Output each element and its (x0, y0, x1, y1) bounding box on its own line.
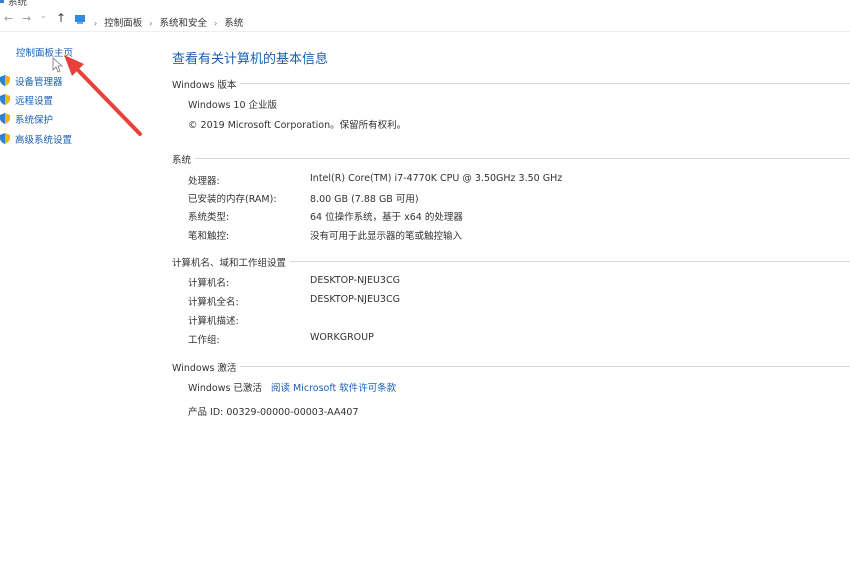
chevron-right-icon: › (214, 19, 218, 28)
section-heading: 系统 (172, 152, 196, 166)
activation-status: Windows 已激活 (188, 383, 262, 394)
shield-icon (0, 113, 10, 124)
license-terms-link[interactable]: 阅读 Microsoft 软件许可条款 (271, 380, 396, 394)
annotation-arrow-icon (52, 55, 142, 136)
breadcrumb-system[interactable]: 系统 (224, 18, 243, 29)
arrow-left-icon[interactable]: ← (4, 12, 13, 25)
arrow-right-icon[interactable]: → (22, 12, 31, 25)
system-type-label: 系统类型: (188, 212, 230, 223)
section-heading: Windows 激活 (172, 360, 241, 374)
shield-icon (0, 133, 10, 144)
hand-cursor-icon (52, 57, 64, 73)
workgroup-label: 工作组: (188, 335, 220, 346)
shield-icon (0, 94, 10, 105)
system-icon (0, 0, 4, 3)
section-system: 系统 (172, 152, 850, 166)
chevron-down-icon[interactable]: ⌄ (40, 11, 47, 20)
computer-description-label: 计算机描述: (188, 316, 239, 327)
address-bar: ← → ⌄ ↑ › 控制面板 › 系统和安全 › 系统 (0, 11, 850, 32)
breadcrumb: › 控制面板 › 系统和安全 › 系统 (90, 15, 243, 29)
window-title: 系统 (8, 0, 28, 8)
shield-icon (0, 75, 10, 86)
page-title: 查看有关计算机的基本信息 (172, 52, 329, 67)
chevron-right-icon: › (94, 19, 98, 28)
section-windows-edition: Windows 版本 (172, 77, 850, 91)
copyright-text: © 2019 Microsoft Corporation。保留所有权利。 (188, 120, 407, 131)
control-panel-icon (75, 15, 85, 24)
breadcrumb-system-security[interactable]: 系统和安全 (160, 18, 208, 29)
section-windows-activation: Windows 激活 (172, 360, 850, 374)
section-heading: 计算机名、域和工作组设置 (172, 255, 291, 269)
edition-name: Windows 10 企业版 (188, 100, 278, 111)
system-type-value: 64 位操作系统，基于 x64 的处理器 (310, 212, 463, 223)
product-id: 产品 ID: 00329-00000-00003-AA407 (188, 407, 359, 418)
full-computer-name-label: 计算机全名: (188, 297, 239, 308)
ram-value: 8.00 GB (7.88 GB 可用) (310, 194, 419, 205)
breadcrumb-control-panel[interactable]: 控制面板 (104, 18, 142, 29)
full-computer-name-value: DESKTOP-NJEU3CG (310, 294, 400, 305)
pen-touch-label: 笔和触控: (188, 231, 230, 242)
arrow-up-icon[interactable]: ↑ (56, 11, 66, 25)
computer-name-label: 计算机名: (188, 278, 230, 289)
workgroup-value: WORKGROUP (310, 332, 374, 343)
processor-value: Intel(R) Core(TM) i7-4770K CPU @ 3.50GHz… (310, 173, 563, 184)
computer-name-value: DESKTOP-NJEU3CG (310, 275, 400, 286)
ram-label: 已安装的内存(RAM): (188, 194, 277, 205)
section-heading: Windows 版本 (172, 77, 241, 91)
section-computer-name: 计算机名、域和工作组设置 (172, 255, 850, 269)
chevron-right-icon: › (149, 19, 153, 28)
pen-touch-value: 没有可用于此显示器的笔或触控输入 (310, 231, 463, 242)
processor-label: 处理器: (188, 176, 220, 187)
